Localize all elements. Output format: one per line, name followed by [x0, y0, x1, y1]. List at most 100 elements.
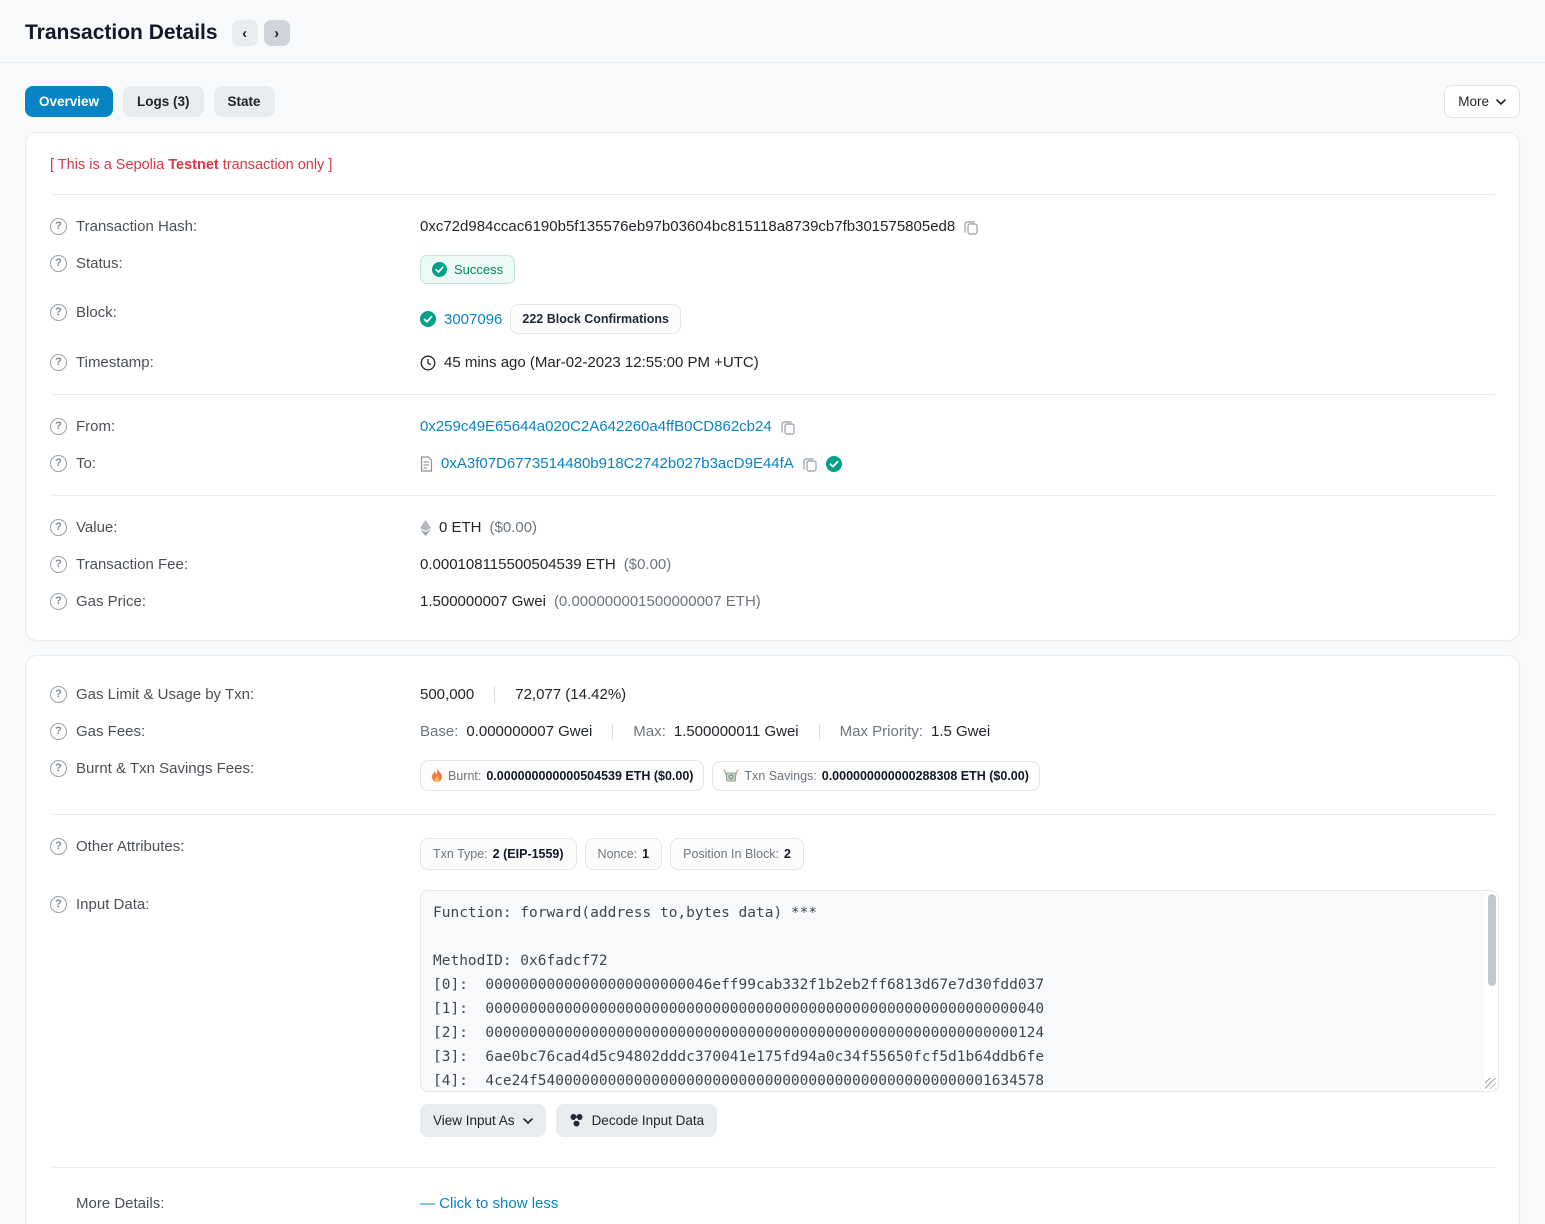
decode-input-data-button[interactable]: Decode Input Data	[556, 1104, 718, 1137]
row-label-text: Transaction Hash:	[76, 218, 197, 235]
decode-input-data-label: Decode Input Data	[592, 1113, 705, 1128]
help-icon[interactable]: ?	[50, 418, 67, 435]
check-circle-icon	[420, 311, 436, 327]
max-fee-value: 1.500000011 Gwei	[674, 723, 799, 740]
max-priority-label: Max Priority:	[840, 723, 923, 740]
row-gas-price: ? Gas Price: 1.500000007 Gwei (0.0000000…	[50, 583, 1495, 620]
block-number-link[interactable]: 3007096	[444, 311, 502, 328]
row-label-text: Value:	[76, 519, 117, 536]
row-label-text: More Details:	[76, 1195, 164, 1212]
row-burnt-savings: ? Burnt & Txn Savings Fees: Burnt: 0.000…	[50, 750, 1495, 801]
chevron-down-icon	[523, 1118, 533, 1124]
base-fee-value: 0.000000007 Gwei	[466, 723, 592, 740]
to-address-link[interactable]: 0xA3f07D6773514480b918C2742b027b3acD9E44…	[441, 455, 794, 472]
copy-icon	[780, 419, 796, 435]
copy-txhash-button[interactable]	[963, 219, 979, 235]
txn-type-badge: Txn Type: 2 (EIP-1559)	[420, 838, 577, 870]
input-data-box[interactable]: Function: forward(address to,bytes data)…	[420, 890, 1499, 1092]
from-address-link[interactable]: 0x259c49E65644a020C2A642260a4ffB0CD862cb…	[420, 418, 772, 435]
tab-overview[interactable]: Overview	[25, 86, 113, 117]
txn-savings-badge: Txn Savings: 0.000000000000288308 ETH ($…	[712, 761, 1039, 791]
overview-card-details: ? Gas Limit & Usage by Txn: 500,000 72,0…	[25, 655, 1520, 1224]
base-fee-label: Base:	[420, 723, 458, 740]
row-status: ? Status: Success	[50, 245, 1495, 294]
help-icon[interactable]: ?	[50, 255, 67, 272]
row-label-text: To:	[76, 455, 96, 472]
chevron-left-icon: ‹	[242, 25, 247, 42]
timestamp-value: 45 mins ago (Mar-02-2023 12:55:00 PM +UT…	[444, 354, 759, 371]
burnt-value: 0.000000000000504539 ETH ($0.00)	[486, 769, 693, 783]
row-to: ? To: 0xA3f07D6773514480b918C2742b027b3a…	[50, 445, 1495, 482]
help-icon[interactable]: ?	[50, 838, 67, 855]
copy-from-button[interactable]	[780, 419, 796, 435]
contract-icon	[420, 456, 433, 472]
txn-savings-label: Txn Savings:	[744, 769, 816, 783]
gas-price-eth: (0.000000001500000007 ETH)	[554, 593, 761, 610]
help-icon[interactable]: ?	[50, 593, 67, 610]
input-data-content: Function: forward(address to,bytes data)…	[433, 901, 1472, 1092]
resize-handle[interactable]	[1485, 1078, 1496, 1089]
view-input-as-label: View Input As	[433, 1113, 515, 1128]
value-amount: 0 ETH	[439, 519, 482, 536]
position-in-block-badge: Position In Block: 2	[670, 838, 804, 870]
header-divider	[0, 62, 1545, 63]
help-icon[interactable]: ?	[50, 519, 67, 536]
row-label-text: Transaction Fee:	[76, 556, 188, 573]
chevron-down-icon	[1496, 99, 1506, 105]
max-priority-value: 1.5 Gwei	[931, 723, 990, 740]
copy-to-button[interactable]	[802, 456, 818, 472]
tab-bar: Overview Logs (3) State More	[25, 85, 1520, 118]
more-dropdown-button[interactable]: More	[1444, 85, 1520, 118]
overview-card-main: [ This is a Sepolia Testnet transaction …	[25, 132, 1520, 641]
verified-check-icon	[826, 456, 842, 472]
more-dropdown-label: More	[1458, 94, 1489, 109]
burnt-fee-badge: Burnt: 0.000000000000504539 ETH ($0.00)	[420, 760, 704, 791]
help-icon[interactable]: ?	[50, 556, 67, 573]
fee-usd: ($0.00)	[624, 556, 672, 573]
gas-limit: 500,000	[420, 686, 474, 703]
help-icon[interactable]: ?	[50, 723, 67, 740]
row-label-text: Gas Fees:	[76, 723, 145, 740]
gas-usage: 72,077 (14.42%)	[515, 686, 626, 703]
txn-savings-value: 0.000000000000288308 ETH ($0.00)	[822, 769, 1029, 783]
transaction-hash-value: 0xc72d984ccac6190b5f135576eb97b03604bc81…	[420, 218, 955, 235]
help-icon[interactable]: ?	[50, 760, 67, 777]
row-label-text: Other Attributes:	[76, 838, 184, 855]
nonce-badge: Nonce: 1	[585, 838, 663, 870]
help-icon[interactable]: ?	[50, 896, 67, 913]
value-usd: ($0.00)	[490, 519, 538, 536]
row-label-text: Input Data:	[76, 896, 149, 913]
help-icon[interactable]: ?	[50, 354, 67, 371]
tab-state[interactable]: State	[214, 86, 275, 117]
help-icon[interactable]: ?	[50, 686, 67, 703]
max-fee-label: Max:	[633, 723, 666, 740]
view-input-as-button[interactable]: View Input As	[420, 1104, 546, 1137]
next-txn-button[interactable]: ›	[264, 20, 290, 46]
fee-amount: 0.000108115500504539 ETH	[420, 556, 616, 573]
row-input-data: ? Input Data: Function: forward(address …	[50, 880, 1495, 1147]
row-label-text: Block:	[76, 304, 117, 321]
status-badge: Success	[420, 255, 515, 284]
row-label-text: From:	[76, 418, 115, 435]
row-transaction-hash: ? Transaction Hash: 0xc72d984ccac6190b5f…	[50, 208, 1495, 245]
copy-icon	[963, 219, 979, 235]
check-circle-icon	[432, 262, 447, 277]
clock-icon	[420, 355, 436, 371]
copy-icon	[802, 456, 818, 472]
tab-logs[interactable]: Logs (3)	[123, 86, 204, 117]
row-block: ? Block: 3007096 222 Block Confirmations	[50, 294, 1495, 344]
input-scrollbar-thumb[interactable]	[1488, 894, 1496, 986]
previous-txn-button[interactable]: ‹	[232, 20, 258, 46]
row-timestamp: ? Timestamp: 45 mins ago (Mar-02-2023 12…	[50, 344, 1495, 381]
help-icon[interactable]: ?	[50, 218, 67, 235]
show-less-link[interactable]: — Click to show less	[420, 1195, 558, 1212]
burnt-label: Burnt:	[448, 769, 481, 783]
page-title: Transaction Details	[25, 21, 218, 45]
row-label-text: Timestamp:	[76, 354, 154, 371]
transaction-details-page: Transaction Details ‹ › Overview Logs (3…	[0, 0, 1545, 1224]
row-transaction-fee: ? Transaction Fee: 0.000108115500504539 …	[50, 546, 1495, 583]
help-icon[interactable]: ?	[50, 304, 67, 321]
help-icon[interactable]: ?	[50, 455, 67, 472]
row-other-attributes: ? Other Attributes: Txn Type: 2 (EIP-155…	[50, 828, 1495, 880]
money-wings-icon	[723, 769, 739, 782]
